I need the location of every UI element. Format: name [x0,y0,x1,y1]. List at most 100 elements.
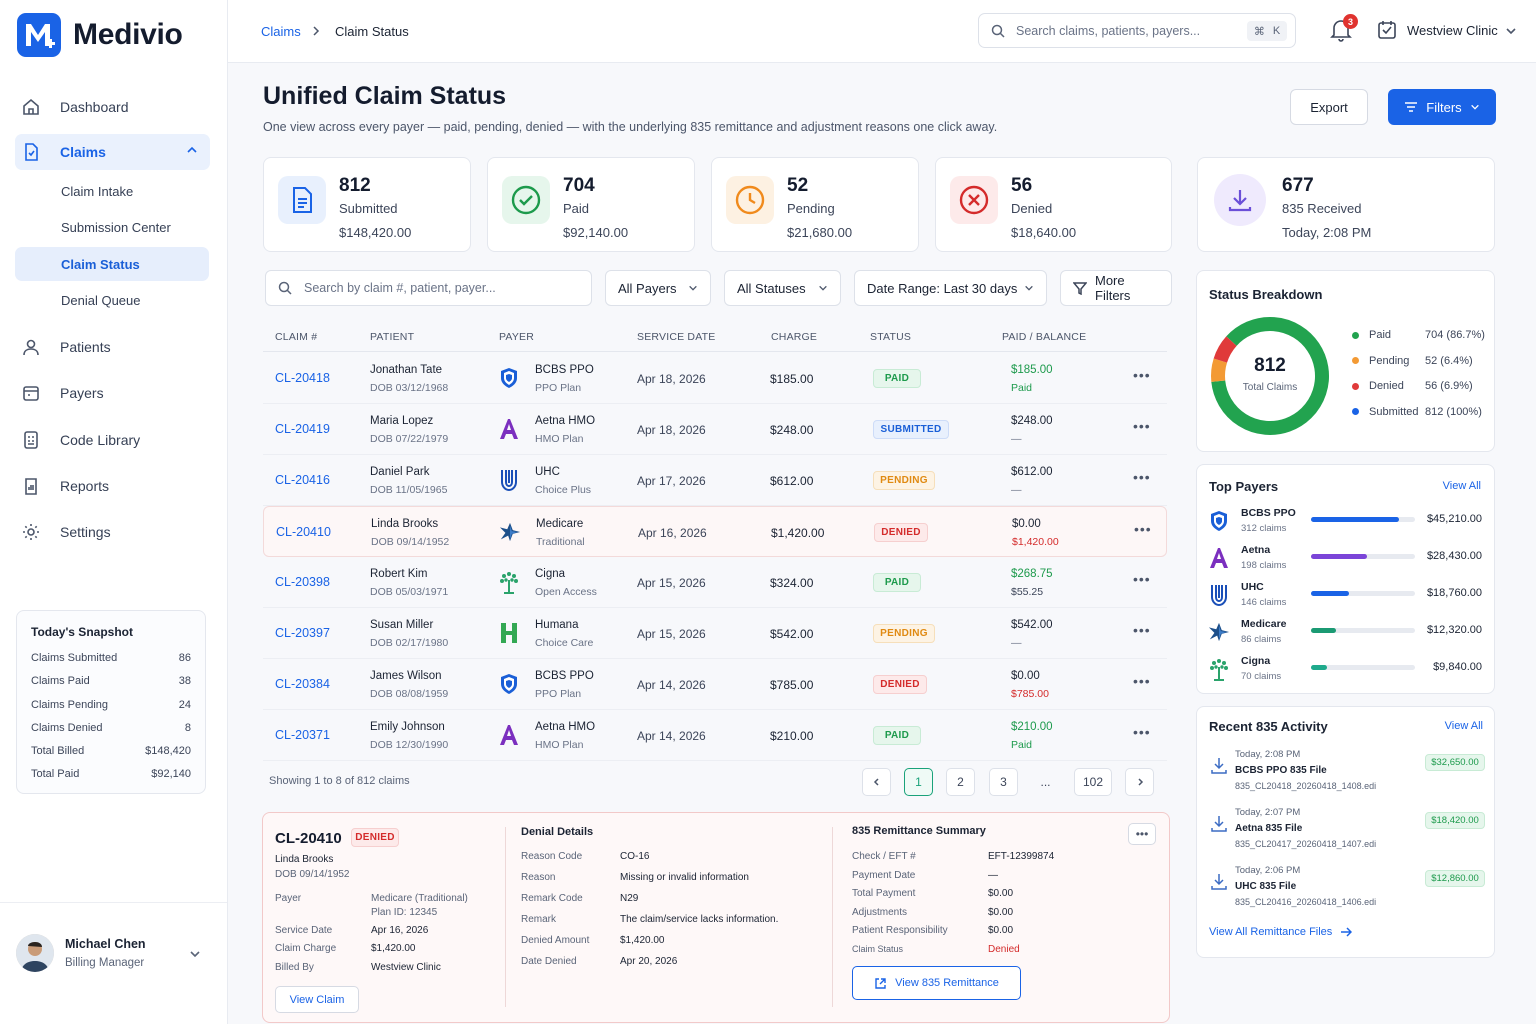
filters-button[interactable]: Filters [1388,89,1496,125]
table-row[interactable]: CL-20398 Robert Kim DOB 05/03/1971 Cigna… [263,557,1167,608]
download-icon[interactable] [1211,815,1227,832]
stat-card-denied[interactable]: 56 Denied $18,640.00 [935,157,1172,252]
page-2-button[interactable]: 2 [946,768,975,796]
row-actions-icon[interactable]: ••• [1133,571,1151,587]
stat-card-paid[interactable]: 704 Paid $92,140.00 [487,157,695,252]
row-actions-icon[interactable]: ••• [1133,673,1151,689]
chevron-up-icon[interactable] [186,144,198,156]
claim-id-link[interactable]: CL-20418 [275,371,330,385]
download-icon[interactable] [1211,873,1227,890]
payers-dropdown[interactable]: All Payers [605,270,711,306]
col-header-paid-balance[interactable]: PAID / BALANCE [1002,331,1086,343]
view-claim-button[interactable]: View Claim [275,986,359,1013]
table-row[interactable]: CL-20371 Emily Johnson DOB 12/30/1990 Ae… [263,710,1167,761]
download-icon[interactable] [1211,757,1227,774]
activity-name[interactable]: UHC 835 File [1235,881,1296,892]
filters-label: Filters [1426,99,1462,115]
table-row[interactable]: CL-20410 Linda Brooks DOB 09/14/1952 Med… [263,506,1167,557]
stat-card-submitted[interactable]: 812 Submitted $148,420.00 [263,157,471,252]
activity-file[interactable]: 835_CL20418_20260418_1408.edi [1235,781,1376,791]
chevron-down-icon [1470,102,1480,112]
stat-card-835-received[interactable]: 677 835 Received Today, 2:08 PM [1197,157,1495,252]
payer-name: BCBS PPO [535,670,594,682]
patient-name: Susan Miller [370,619,434,631]
activity-file[interactable]: 835_CL20417_20260418_1407.edi [1235,839,1376,849]
table-row[interactable]: CL-20416 Daniel Park DOB 11/05/1965 UHC … [263,455,1167,506]
subnav-claim-status[interactable]: Claim Status [15,247,209,281]
next-page-button[interactable] [1125,768,1154,796]
claim-id-link[interactable]: CL-20397 [275,626,330,640]
row-actions-icon[interactable]: ••• [1134,521,1152,537]
nav-code-library[interactable]: Code Library [15,422,210,458]
page-last-button[interactable]: 102 [1074,768,1112,796]
more-options-icon[interactable]: ••• [1128,823,1156,845]
nav-claims[interactable]: Claims [15,134,210,170]
breadcrumb-claims[interactable]: Claims [261,24,301,39]
claim-id-link[interactable]: CL-20371 [275,728,330,742]
avatar[interactable] [16,934,54,972]
statuses-dropdown[interactable]: All Statuses [724,270,841,306]
global-search-input[interactable]: Search claims, patients, payers... ⌘ K [978,13,1296,48]
denial-value: CO-16 [620,851,650,862]
col-header-payer[interactable]: PAYER [499,331,534,343]
activity-name[interactable]: Aetna 835 File [1235,823,1302,834]
col-header-patient[interactable]: PATIENT [370,331,414,343]
row-actions-icon[interactable]: ••• [1133,622,1151,638]
table-row[interactable]: CL-20419 Maria Lopez DOB 07/22/1979 Aetn… [263,404,1167,455]
row-actions-icon[interactable]: ••• [1133,469,1151,485]
top-payers-view-all-link[interactable]: View All [1443,480,1481,492]
table-search-input[interactable]: Search by claim #, patient, payer... [265,270,592,306]
export-button[interactable]: Export [1290,89,1368,125]
payer-name: UHC [535,466,560,478]
col-header-charge[interactable]: CHARGE [771,331,817,343]
table-row[interactable]: CL-20397 Susan Miller DOB 02/17/1980 Hum… [263,608,1167,659]
table-row[interactable]: CL-20384 James Wilson DOB 08/08/1959 BCB… [263,659,1167,710]
col-header-service-date[interactable]: SERVICE DATE [637,331,715,343]
page-subtitle: One view across every payer — paid, pend… [263,120,998,134]
nav-patients[interactable]: Patients [15,329,210,365]
snapshot-label: Claims Denied [31,722,103,734]
activity-file[interactable]: 835_CL20416_20260418_1406.edi [1235,897,1376,907]
table-row[interactable]: CL-20418 Jonathan Tate DOB 03/12/1968 BC… [263,353,1167,404]
chevron-down-icon[interactable] [1505,25,1517,37]
balance-amount: $55.25 [1011,586,1044,598]
more-filters-button[interactable]: More Filters [1060,270,1172,306]
nav-payers[interactable]: Payers [15,375,210,411]
payer-name: Aetna [1241,544,1271,556]
nav-dashboard[interactable]: Dashboard [15,89,210,125]
claim-id-link[interactable]: CL-20398 [275,575,330,589]
activity-name[interactable]: BCBS PPO 835 File [1235,765,1327,776]
stat-card-pending[interactable]: 52 Pending $21,680.00 [711,157,919,252]
page-1-button[interactable]: 1 [904,768,933,796]
date-range-dropdown[interactable]: Date Range: Last 30 days [854,270,1047,306]
clinic-icon [1377,20,1397,40]
payer-claims: 70 claims [1241,671,1282,682]
chevron-down-icon[interactable] [189,948,201,960]
view-835-remittance-button[interactable]: View 835 Remittance [852,966,1021,1000]
page-3-button[interactable]: 3 [989,768,1018,796]
prev-page-button[interactable] [862,768,891,796]
stat-number: 677 [1282,175,1314,196]
legend-label: Pending [1369,354,1410,367]
claim-id-link[interactable]: CL-20419 [275,422,330,436]
cigna-logo-icon [498,571,520,594]
legend-item: Pending [1352,355,1409,367]
clinic-switcher[interactable]: Westview Clinic [1407,23,1498,38]
nav-reports[interactable]: Reports [15,468,210,504]
subnav-denial-queue[interactable]: Denial Queue [15,283,209,317]
view-all-remittance-files-link[interactable]: View All Remittance Files [1209,926,1353,938]
recent-835-view-all-link[interactable]: View All [1445,720,1483,732]
claim-id-link[interactable]: CL-20384 [275,677,330,691]
row-actions-icon[interactable]: ••• [1133,367,1151,383]
col-header-claim[interactable]: CLAIM # [275,331,317,343]
col-header-status[interactable]: STATUS [870,331,911,343]
legend-label: Submitted [1369,405,1419,418]
nav-settings[interactable]: Settings [15,514,210,550]
patient-dob: DOB 03/12/1968 [370,382,449,394]
claim-id-link[interactable]: CL-20410 [276,525,331,539]
row-actions-icon[interactable]: ••• [1133,724,1151,740]
subnav-submission-center[interactable]: Submission Center [15,210,209,244]
claim-id-link[interactable]: CL-20416 [275,473,330,487]
subnav-claim-intake[interactable]: Claim Intake [15,174,209,208]
row-actions-icon[interactable]: ••• [1133,418,1151,434]
